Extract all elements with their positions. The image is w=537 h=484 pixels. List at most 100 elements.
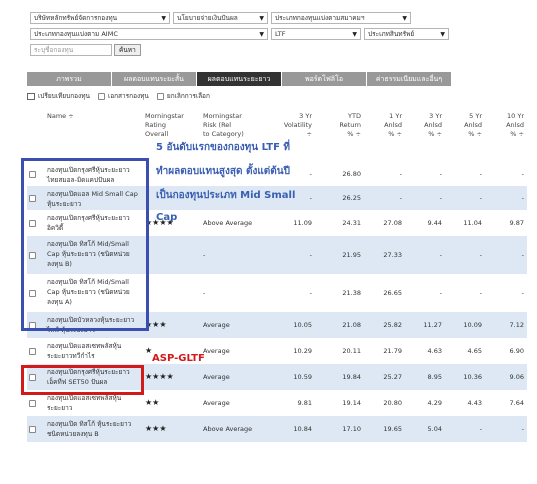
chevron-down-icon: ▼	[259, 30, 264, 38]
aimc-type-select[interactable]: ประเภทกองทุนแบ่งตาม AIMC ▼	[30, 28, 268, 40]
table-row[interactable]: กองทุนเปิด ทิสโก้ Mid/Small Cap หุ้นระยะย…	[27, 236, 527, 274]
row-checkbox[interactable]	[29, 322, 36, 329]
return-3yr-value: 8.95	[427, 373, 442, 381]
row-checkbox[interactable]	[29, 252, 36, 259]
rating-stars: ★★★	[145, 424, 167, 433]
col-risk[interactable]: Morningstar Risk (Rel to Category)	[203, 112, 244, 139]
company-select-value: บริษัทหลักทรัพย์จัดการกองทุน	[34, 14, 118, 22]
col-vol-line: 3 Yr	[299, 112, 312, 120]
fund-name[interactable]: กองทุนเปิด ทิสโก้ Mid/Small Cap หุ้นระยะย…	[47, 277, 142, 307]
table-row[interactable]: กองทุนเปิดแอสเซทพลัสหุ้น ระยะยาวทวีกำไร ★ A…	[27, 338, 527, 364]
fund-name-line: กองทุนเปิด ทิสโก้ Mid/Small	[47, 278, 129, 286]
fund-name-line: Cap หุ้นระยะยาว (ชนิดหน่วย	[47, 288, 130, 296]
table-row[interactable]: กองทุนเปิดแอสเซทพลัสหุ้น ระยะยาว ★★ Average…	[27, 390, 527, 416]
table-row[interactable]: กองทุนเปิด ทิสโก้ หุ้นระยะยาว ชนิดหน่วยลง…	[27, 416, 527, 442]
compare-label: เปรียบเทียบกองทุน	[38, 92, 90, 100]
col-3yr[interactable]: 3 Yr Anlsd % ÷	[412, 112, 442, 139]
fund-name[interactable]: กองทุนเปิด ทิสโก้ หุ้นระยะยาว ชนิดหน่วยลง…	[47, 419, 142, 439]
fund-name[interactable]: กองทุนเปิด ทิสโก้ Mid/Small Cap หุ้นระยะย…	[47, 239, 142, 269]
row-checkbox[interactable]	[29, 195, 36, 202]
col-risk-line: Morningstar	[203, 112, 242, 120]
compare-funds-button[interactable]: เปรียบเทียบกองทุน	[27, 91, 90, 101]
annotation-line-1: 5 อันดับแรกของกองทุน LTF ที่	[156, 142, 291, 153]
ytd-value: 26.80	[342, 170, 361, 178]
search-button[interactable]: ค้นหา	[114, 44, 141, 56]
row-checkbox[interactable]	[29, 374, 36, 381]
fund-name[interactable]: กองทุนเปิดแอสเซทพลัสหุ้น ระยะยาว	[47, 393, 142, 413]
ytd-value: 21.95	[342, 251, 361, 259]
fund-name-line: ระยะยาวทวีกำไร	[47, 352, 95, 360]
fund-name-line: กองทุนเปิดแอสเซทพลัสหุ้น	[47, 342, 122, 350]
volatility-value: -	[309, 289, 312, 297]
row-checkbox[interactable]	[29, 426, 36, 433]
fund-name[interactable]: กองทุนเปิดบัวหลวงหุ้นระยะยาว ไลฟ์ หุ้นระย…	[47, 315, 142, 335]
table-row[interactable]: กองทุนเปิดบัวหลวงหุ้นระยะยาว ไลฟ์ หุ้นระย…	[27, 312, 527, 338]
fund-search-placeholder: ระบุชื่อกองทุน	[34, 46, 74, 54]
fund-name[interactable]: กองทุนเปิดกรุงศรีหุ้นระยะยาว ไทยสมอล-มิดแ…	[47, 165, 142, 185]
association-type-select[interactable]: ประเภทกองทุนแบ่งตามสมาคมฯ ▼	[271, 12, 411, 24]
policy-select[interactable]: นโยบายจ่ายเงินปันผล ▼	[173, 12, 268, 24]
volatility-value: 9.81	[297, 399, 312, 407]
clear-selection-button[interactable]: ยกเลิกการเลือก	[156, 91, 210, 101]
clear-label: ยกเลิกการเลือก	[166, 92, 210, 100]
col-volatility[interactable]: 3 Yr Volatility ÷	[272, 112, 312, 139]
tab-short-term-return[interactable]: ผลตอบแทนระยะสั้น	[112, 72, 196, 86]
return-10yr-value: -	[521, 289, 524, 297]
row-checkbox[interactable]	[29, 171, 36, 178]
asset-type-value: ประเภทสินทรัพย์	[368, 30, 415, 38]
asset-type-select[interactable]: ประเภทสินทรัพย์ ▼	[364, 28, 449, 40]
return-5yr-value: -	[479, 289, 482, 297]
chevron-down-icon: ▼	[161, 14, 166, 22]
col-1yr-line: Anlsd	[384, 121, 402, 129]
return-1yr-value: 20.80	[383, 399, 402, 407]
return-3yr-value: 4.29	[427, 399, 442, 407]
tax-type-select[interactable]: LTF ▼	[271, 28, 361, 40]
fund-name-line: กองทุนเปิดกรุงศรีหุ้นระยะยาว	[47, 166, 130, 174]
fund-name-line: กองทุนเปิดกรุงศรีหุ้นระยะยาว	[47, 214, 130, 222]
fund-name-line: กองทุนเปิดแอล Mid Small Cap	[47, 190, 138, 198]
fund-search-input[interactable]: ระบุชื่อกองทุน	[30, 44, 112, 56]
risk-value: -	[203, 289, 206, 297]
tab-portfolio[interactable]: พอร์ตโฟลิโอ	[282, 72, 366, 86]
return-1yr-value: 26.65	[383, 289, 402, 297]
return-5yr-value: 4.65	[467, 347, 482, 355]
rating-stars: ★★★★	[145, 372, 174, 381]
col-ytd[interactable]: YTD Return % ÷	[327, 112, 361, 139]
tab-overview[interactable]: ภาพรวม	[27, 72, 111, 86]
fund-name[interactable]: กองทุนเปิดกรุงศรีหุ้นระยะยาว เอ็คทีฟ SET5…	[47, 367, 142, 387]
row-checkbox[interactable]	[29, 220, 36, 227]
table-row[interactable]: กองทุนเปิด ทิสโก้ Mid/Small Cap หุ้นระยะย…	[27, 274, 527, 312]
fund-name-line: ลงทุน B)	[47, 260, 72, 268]
tab-fees-other[interactable]: ค่าธรรมเนียมและอื่นๆ	[367, 72, 451, 86]
fund-name[interactable]: กองทุนเปิดแอสเซทพลัสหุ้นระยะยาวทวีกำไร	[47, 341, 142, 361]
fund-name[interactable]: กองทุนเปิดแอล Mid Small Cap หุ้นระยะยาว	[47, 189, 142, 209]
row-checkbox[interactable]	[29, 348, 36, 355]
return-3yr-value: -	[439, 170, 442, 178]
table-row[interactable]: กองทุนเปิดกรุงศรีหุ้นระยะยาว อิควิตี้ ★★★★…	[27, 210, 527, 236]
return-5yr-value: -	[479, 425, 482, 433]
company-select[interactable]: บริษัทหลักทรัพย์จัดการกองทุน ▼	[30, 12, 170, 24]
col-name[interactable]: Name ÷	[47, 112, 74, 121]
volatility-value: 10.29	[293, 347, 312, 355]
return-1yr-value: 21.79	[383, 347, 402, 355]
return-10yr-value: 6.90	[509, 347, 524, 355]
col-5yr[interactable]: 5 Yr Anlsd % ÷	[452, 112, 482, 139]
row-checkbox[interactable]	[29, 400, 36, 407]
annotation-line-4: Cap	[156, 212, 178, 223]
fund-name[interactable]: กองทุนเปิดกรุงศรีหุ้นระยะยาว อิควิตี้	[47, 213, 142, 233]
ytd-value: 19.84	[342, 373, 361, 381]
col-5yr-line: % ÷	[468, 130, 482, 138]
return-3yr-value: 9.44	[427, 219, 442, 227]
col-10yr[interactable]: 10 Yr Anlsd % ÷	[494, 112, 524, 139]
risk-value: Above Average	[203, 425, 253, 433]
col-rating[interactable]: Morningstar Rating Overall	[145, 112, 184, 139]
tab-long-term-return[interactable]: ผลตอบแทนระยะยาว	[197, 72, 281, 86]
row-checkbox[interactable]	[29, 290, 36, 297]
col-1yr-line: 1 Yr	[389, 112, 402, 120]
table-row[interactable]: กองทุนเปิดกรุงศรีหุ้นระยะยาว เอ็คทีฟ SET5…	[27, 364, 527, 390]
risk-value: Average	[203, 347, 230, 355]
fund-documents-button[interactable]: เอกสารกองทุน	[97, 91, 149, 101]
return-3yr-value: 4.63	[427, 347, 442, 355]
col-ytd-line: YTD	[348, 112, 361, 120]
col-1yr[interactable]: 1 Yr Anlsd % ÷	[372, 112, 402, 139]
